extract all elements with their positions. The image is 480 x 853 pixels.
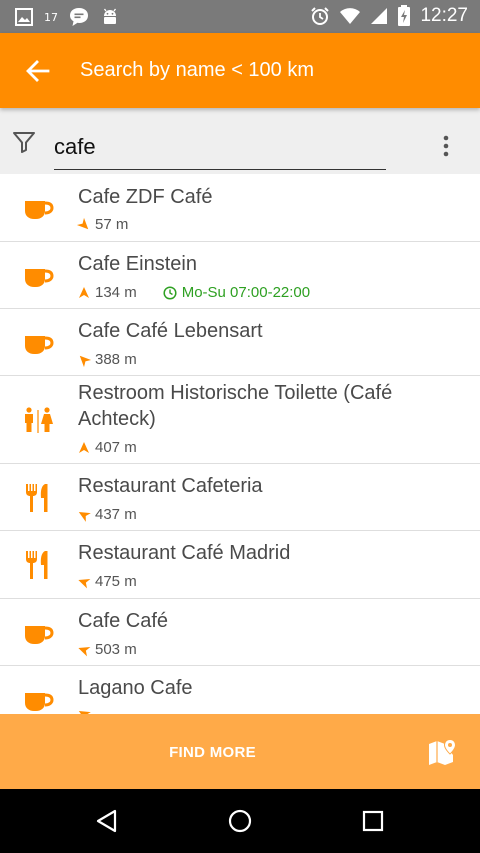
direction-arrow-icon xyxy=(78,578,91,588)
restroom-icon xyxy=(25,407,53,433)
direction-arrow-icon xyxy=(78,511,91,522)
item-distance: 407 m xyxy=(95,439,137,456)
item-name: Restroom Historische Toilette (Café Acht… xyxy=(78,382,393,430)
item-distance: 437 m xyxy=(95,506,137,523)
item-meta: 57 m xyxy=(76,216,129,233)
cafe-cup-icon xyxy=(25,626,54,644)
direction-arrow-icon xyxy=(78,646,91,656)
alarm-icon xyxy=(311,7,330,25)
find-more-bar: FIND MORE xyxy=(0,714,480,789)
signal-icon xyxy=(371,8,388,24)
find-more-button[interactable]: FIND MORE xyxy=(0,744,425,761)
item-name: Cafe Café Lebensart xyxy=(78,320,263,342)
item-meta: 437 m xyxy=(78,506,137,523)
chat-icon xyxy=(70,8,88,26)
item-name: Lagano Cafe xyxy=(78,677,193,699)
list-item[interactable]: Cafe ZDF Café 57 m xyxy=(0,174,480,242)
list-item[interactable]: Cafe Café Lebensart 388 m xyxy=(0,309,480,376)
toolbar-title: Search by name < 100 km xyxy=(80,59,315,81)
direction-arrow-icon xyxy=(78,711,91,714)
direction-arrow-icon xyxy=(79,355,92,367)
item-meta: 503 m xyxy=(78,641,137,658)
system-nav-bar xyxy=(0,789,480,853)
direction-arrow-icon xyxy=(76,217,89,229)
direction-arrow-icon xyxy=(79,441,89,453)
filter-icon[interactable] xyxy=(12,130,36,154)
list-item[interactable]: Restroom Historische Toilette (Café Acht… xyxy=(0,376,480,464)
more-vert-icon[interactable] xyxy=(436,132,456,162)
map-pin-icon[interactable] xyxy=(427,738,457,768)
nav-back-icon[interactable] xyxy=(94,808,120,834)
item-distance: 57 m xyxy=(95,216,129,233)
opening-hours-text: Mo-Su 07:00-22:00 xyxy=(181,284,311,301)
list-item[interactable]: Restaurant Café Madrid 475 m xyxy=(0,531,480,599)
direction-arrow-icon xyxy=(79,286,89,298)
cafe-cup-icon xyxy=(25,693,54,711)
status-bar: 17 12:27 xyxy=(0,0,480,33)
item-name: Cafe Café xyxy=(78,610,169,632)
image-icon xyxy=(15,8,33,26)
list-item[interactable]: Cafe Café 503 m xyxy=(0,599,480,666)
cafe-cup-icon xyxy=(25,201,54,219)
item-name: Cafe Einstein xyxy=(78,253,197,275)
list-item[interactable]: Lagano Cafe xyxy=(0,666,480,714)
app-toolbar: Search by name < 100 km xyxy=(0,33,480,108)
notification-count: 17 xyxy=(44,10,58,24)
search-input[interactable] xyxy=(54,130,386,170)
item-meta: 134 m Mo-Su 07:00-22:00 xyxy=(78,284,310,301)
arrow-back-icon[interactable] xyxy=(24,57,52,85)
nav-home-icon[interactable] xyxy=(227,808,253,834)
item-meta: 407 m xyxy=(78,439,137,456)
item-distance: 388 m xyxy=(95,351,137,368)
restaurant-fork-knife-icon xyxy=(26,484,48,512)
opening-hours: Mo-Su 07:00-22:00 xyxy=(163,284,310,301)
item-distance: 503 m xyxy=(95,641,137,658)
results-list[interactable]: Cafe ZDF Café 57 m Cafe Einstein 134 m M… xyxy=(0,174,480,714)
cafe-cup-icon xyxy=(25,336,54,354)
list-item[interactable]: Cafe Einstein 134 m Mo-Su 07:00-22:00 xyxy=(0,242,480,309)
item-name: Restaurant Café Madrid xyxy=(78,542,291,564)
item-name: Cafe ZDF Café xyxy=(78,186,213,208)
restaurant-fork-knife-icon xyxy=(26,551,48,579)
cafe-cup-icon xyxy=(25,269,54,287)
android-icon xyxy=(103,8,117,24)
item-meta: 388 m xyxy=(78,351,137,368)
item-distance: 134 m xyxy=(95,284,137,301)
clock-icon xyxy=(163,285,177,300)
list-item[interactable]: Restaurant Cafeteria 437 m xyxy=(0,464,480,531)
item-distance: 475 m xyxy=(95,573,137,590)
item-meta: 475 m xyxy=(78,573,137,590)
item-name: Restaurant Cafeteria xyxy=(78,475,263,497)
nav-recents-icon[interactable] xyxy=(360,808,386,834)
battery-charging-icon xyxy=(398,5,411,26)
status-time: 12:27 xyxy=(420,5,468,26)
wifi-icon xyxy=(340,8,361,24)
search-bar xyxy=(0,108,480,174)
